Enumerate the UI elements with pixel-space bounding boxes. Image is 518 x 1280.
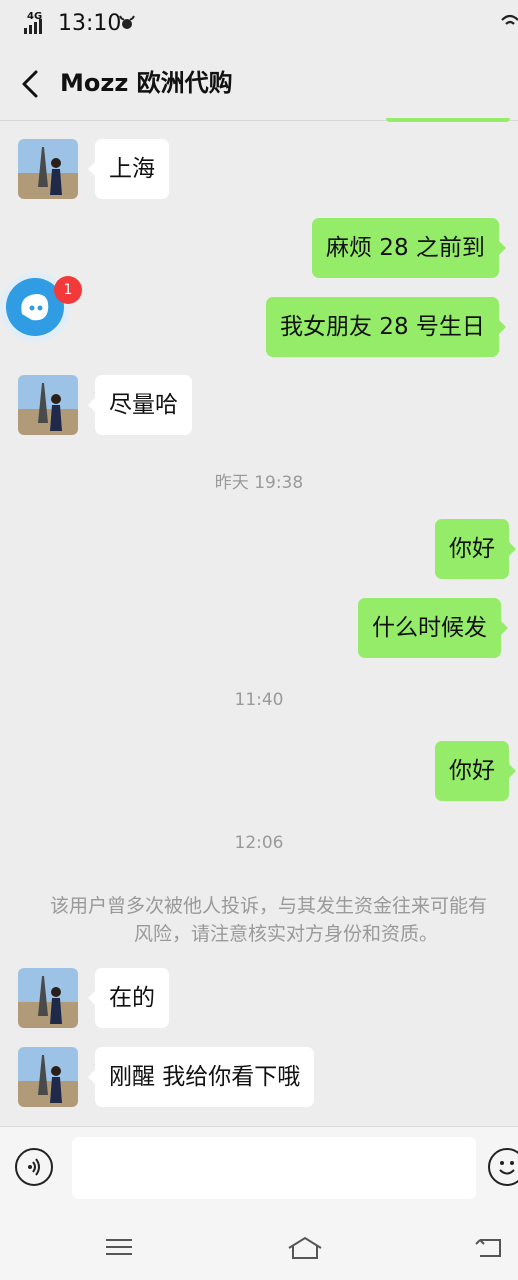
chat-header: Mozz 欧洲代购	[0, 48, 518, 121]
voice-icon[interactable]	[15, 1148, 53, 1186]
contact-avatar[interactable]	[18, 1047, 78, 1107]
ox-icon	[119, 15, 135, 29]
message-bubble-sent[interactable]: 你好	[435, 741, 516, 801]
message-input[interactable]	[72, 1137, 476, 1199]
message-bubble-sent[interactable]: 麻烦 28 之前到	[312, 218, 506, 278]
timestamp: 昨天 19:38	[214, 473, 304, 493]
contact-avatar[interactable]	[18, 968, 78, 1028]
message-bubble-received[interactable]: 上海	[88, 139, 169, 199]
partial-message-bubble	[386, 118, 510, 122]
clock: 13:10	[58, 11, 122, 36]
chevron-left-icon[interactable]	[12, 64, 48, 104]
wifi-icon	[501, 14, 518, 25]
status-bar: 4G 13:10	[0, 0, 518, 48]
system-warning-notice: 该用户曾多次被他人投诉，与其发生资金往来可能有 风险，请注意核实对方身份和资质。	[50, 892, 518, 948]
signal-icon: 4G	[24, 12, 48, 34]
system-nav-bar	[0, 1216, 518, 1280]
contact-avatar[interactable]	[18, 139, 78, 199]
input-bar	[0, 1126, 518, 1217]
message-bubble-received[interactable]: 尽量哈	[88, 375, 192, 435]
system-warning-line: 风险，请注意核实对方身份和资质。	[134, 923, 439, 945]
back-icon[interactable]	[472, 1232, 506, 1262]
message-bubble-sent[interactable]: 你好	[435, 519, 516, 579]
message-bubble-received[interactable]: 刚醒 我给你看下哦	[87, 1047, 315, 1107]
chat-title: Mozz 欧洲代购	[60, 69, 233, 97]
notification-count-badge: 1	[54, 276, 82, 304]
contact-avatar[interactable]	[18, 375, 78, 435]
message-bubble-sent[interactable]: 什么时候发	[358, 598, 508, 658]
message-bubble-sent[interactable]: 我女朋友 28 号生日	[266, 297, 506, 357]
home-icon[interactable]	[285, 1232, 325, 1262]
menu-icon[interactable]	[102, 1232, 136, 1262]
timestamp: 12:06	[234, 833, 284, 853]
message-bubble-received[interactable]: 在的	[88, 968, 169, 1028]
emoji-icon[interactable]	[488, 1148, 518, 1186]
timestamp: 11:40	[234, 690, 284, 710]
system-warning-line: 该用户曾多次被他人投诉，与其发生资金往来可能有	[50, 895, 488, 917]
